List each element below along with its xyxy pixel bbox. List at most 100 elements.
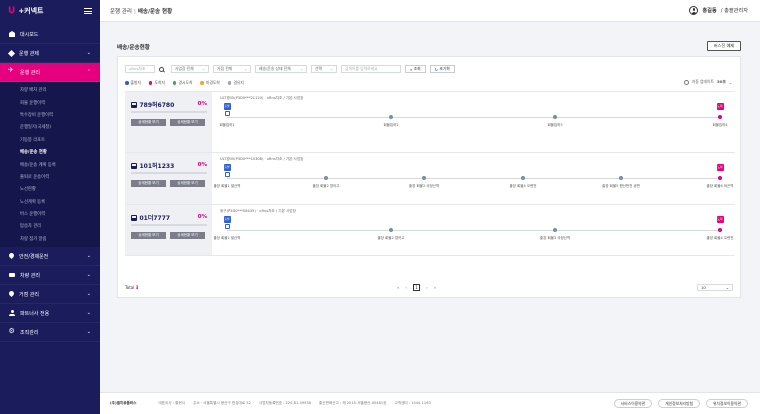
legend-dot bbox=[200, 81, 204, 85]
terms-link[interactable]: 서비스이용약관 bbox=[613, 399, 653, 408]
search-icon[interactable] bbox=[159, 66, 164, 72]
bus-icon bbox=[131, 214, 137, 221]
stop-label: 출장 회물1 발산역 bbox=[213, 184, 241, 188]
sidebar-item-organization[interactable]: 조직관리 ⌄ bbox=[0, 323, 100, 343]
status-button[interactable]: 상세현황 보기 bbox=[170, 119, 205, 126]
legend-item: 도착지 bbox=[148, 80, 165, 86]
sidebar-subitem[interactable]: 노선현황 bbox=[0, 183, 100, 195]
stop-dot bbox=[389, 114, 393, 119]
route-select[interactable]: 거점 전체 ⌄ bbox=[213, 65, 251, 73]
chevron-down-icon: ⌄ bbox=[330, 67, 333, 71]
progress-bar bbox=[131, 224, 207, 226]
user-menu[interactable]: 홍길동 / 총괄관리자 bbox=[689, 6, 748, 15]
vehicle-info: ULT경05(P3D0***21120) · uRns차초 / 기본 사업장 bbox=[220, 96, 304, 100]
detail-button[interactable]: 상세현황 보기 bbox=[131, 232, 166, 239]
vehicle-plate: 101허1233 bbox=[131, 161, 174, 170]
footer-mail-order: 통신판매신고 : 제 2015-서울용산-00481호 bbox=[318, 401, 387, 405]
per-page-select[interactable]: 10 ⌄ bbox=[697, 284, 733, 291]
chevron-down-icon: ⌄ bbox=[86, 253, 91, 260]
main-content: 배송/운송현황 버스진 예제 uRns차초 사업장 전체 ⌄ 거점 전체 ⌄ 배송/… bbox=[100, 22, 760, 392]
chevron-down-icon: ⌄ bbox=[300, 67, 303, 71]
chevron-down-icon: ⌄ bbox=[86, 50, 91, 56]
last-page-icon[interactable]: » bbox=[434, 285, 436, 290]
sidebar-subitem-active[interactable]: 배송/운송 현황 bbox=[0, 146, 100, 158]
footer-links: 서비스이용약관 개인정보처리방침 위치정보이용약관 bbox=[613, 399, 748, 408]
footer-biz-no: 사업자등록번호 : 220-81-39938 bbox=[258, 401, 311, 405]
status-select[interactable]: 배송/운송 상태 전체 ⌄ bbox=[255, 65, 307, 73]
legend-dot bbox=[227, 81, 232, 85]
chevron-down-icon: ⌄ bbox=[728, 79, 732, 85]
sidebar-submenu: 차량 배차 관리 회물 운행이력 특수장비 운행이력 운행일지(국세청) 기동봉… bbox=[0, 82, 100, 248]
total-count: Total 3 bbox=[125, 285, 139, 290]
sidebar-subitem[interactable]: 운행일지(국세청) bbox=[0, 121, 100, 133]
vehicle-info: 위구(P3D0***08435) · uRns차초 / 기본 사업장 bbox=[220, 209, 296, 213]
legend-dot bbox=[125, 81, 129, 85]
pin-icon bbox=[9, 253, 14, 259]
stop-label: 출장 회물3 국정산역 bbox=[539, 236, 571, 240]
stop-label: 출장 회물1 발산역 bbox=[213, 236, 241, 240]
sidebar-item-vehicle[interactable]: 차량 관리 ⌄ bbox=[0, 266, 100, 286]
sidebar-subitem[interactable]: 노선계획 등록 bbox=[0, 196, 100, 208]
progress-percent: 0% bbox=[197, 101, 207, 107]
stop-label: 출장 회물4 오렌전 bbox=[706, 236, 734, 240]
route-track bbox=[227, 230, 720, 232]
sidebar-item-partner[interactable]: 파트너사 전용 ⌄ bbox=[0, 304, 100, 324]
departure-marker: 출발 bbox=[223, 103, 231, 110]
logo[interactable]: U +커넥트 bbox=[8, 6, 44, 16]
departure-marker: 출발 bbox=[223, 216, 231, 223]
sidebar-subitem[interactable]: 배송/운송 계획 등록 bbox=[0, 158, 100, 170]
sidebar-item-dashboard[interactable]: 대시보드 bbox=[0, 25, 100, 44]
first-page-icon[interactable]: « bbox=[397, 285, 399, 290]
next-page-icon[interactable]: › bbox=[426, 285, 428, 290]
sidebar-subitem[interactable]: 차량 점거 알림 bbox=[0, 233, 100, 245]
sidebar-subitem[interactable]: 특수장비 운행이력 bbox=[0, 109, 100, 121]
page-number[interactable]: 1 bbox=[413, 284, 421, 291]
sidebar-item-base[interactable]: 거점 관리 ⌄ bbox=[0, 285, 100, 305]
status-button[interactable]: 상세현황 보기 bbox=[170, 180, 205, 187]
legend-item: 미경도착 bbox=[200, 80, 220, 86]
reset-button[interactable]: ↻ 초기화 bbox=[429, 65, 455, 73]
user-name: 홍길동 bbox=[702, 8, 717, 14]
sidebar-item-label: 거점 관리 bbox=[19, 291, 39, 298]
gear-icon bbox=[9, 327, 15, 335]
detail-button[interactable]: 상세현황 보기 bbox=[131, 119, 166, 126]
vehicle-plate: 789허6780 bbox=[131, 100, 174, 109]
sidebar-subitem[interactable]: 버스 운행이력 bbox=[0, 208, 100, 220]
auto-refresh[interactable]: 자동 업데이트 30초 ⌄ bbox=[683, 79, 732, 85]
stop-label: 출장 회물2 영어고 bbox=[377, 236, 405, 240]
sidebar-item-label: 파트너사 전용 bbox=[20, 310, 50, 317]
guide-button[interactable]: 버스진 예제 bbox=[707, 41, 741, 51]
sidebar-item-operation[interactable]: 운행 관리 ⌃ bbox=[0, 63, 100, 82]
sidebar-subitem[interactable]: 출퇴로 운송이력 bbox=[0, 171, 100, 183]
search-button[interactable]: ⌕ 조회 bbox=[405, 65, 426, 73]
sidebar-item-label: 조직관리 bbox=[20, 329, 39, 336]
menu-toggle-icon[interactable] bbox=[84, 8, 92, 14]
progress-bar bbox=[131, 172, 207, 174]
sidebar-subitem[interactable]: 차량 배차 관리 bbox=[0, 84, 100, 96]
arrival-dot bbox=[718, 114, 722, 119]
status-button[interactable]: 상세현황 보기 bbox=[170, 232, 205, 239]
page-title: 배송/운송현황 bbox=[117, 45, 150, 51]
sidebar-subitem[interactable]: 탑승자 관리 bbox=[0, 220, 100, 232]
detail-button[interactable]: 상세현황 보기 bbox=[131, 180, 166, 187]
keyword-input[interactable]: 검색어를 입력하세요 bbox=[341, 65, 401, 73]
stop-label: 회물집하3 bbox=[547, 123, 563, 127]
route-track bbox=[227, 117, 720, 119]
chevron-down-icon: ⌄ bbox=[244, 67, 247, 71]
sidebar-item-safety[interactable]: 안전/경제운전 ⌄ bbox=[0, 247, 100, 267]
chevron-down-icon: ⌄ bbox=[725, 285, 729, 290]
sidebar-subitem[interactable]: 회물 운행이력 bbox=[0, 96, 100, 108]
business-select[interactable]: 사업장 전체 ⌄ bbox=[171, 65, 209, 73]
sidebar-item-monitoring[interactable]: 운행 관제 ⌄ bbox=[0, 44, 100, 63]
prev-page-icon[interactable]: ‹ bbox=[405, 285, 407, 290]
vehicle-search-input[interactable]: uRns차초 bbox=[125, 65, 155, 73]
keyword-type-select[interactable]: 선택 ⌄ bbox=[311, 65, 337, 73]
privacy-link[interactable]: 개인정보처리방침 bbox=[658, 399, 701, 408]
footer-corp: (주)엘지유플러스 bbox=[110, 401, 137, 405]
search-icon: ⌕ bbox=[410, 66, 413, 72]
breadcrumb-parent[interactable]: 운행 관리 bbox=[110, 9, 132, 15]
sidebar-subitem[interactable]: 기동봉 리포트 bbox=[0, 134, 100, 146]
stop-dot bbox=[619, 175, 623, 180]
location-terms-link[interactable]: 위치정보이용약관 bbox=[706, 399, 748, 408]
legend-item: 출발지 bbox=[125, 80, 141, 86]
